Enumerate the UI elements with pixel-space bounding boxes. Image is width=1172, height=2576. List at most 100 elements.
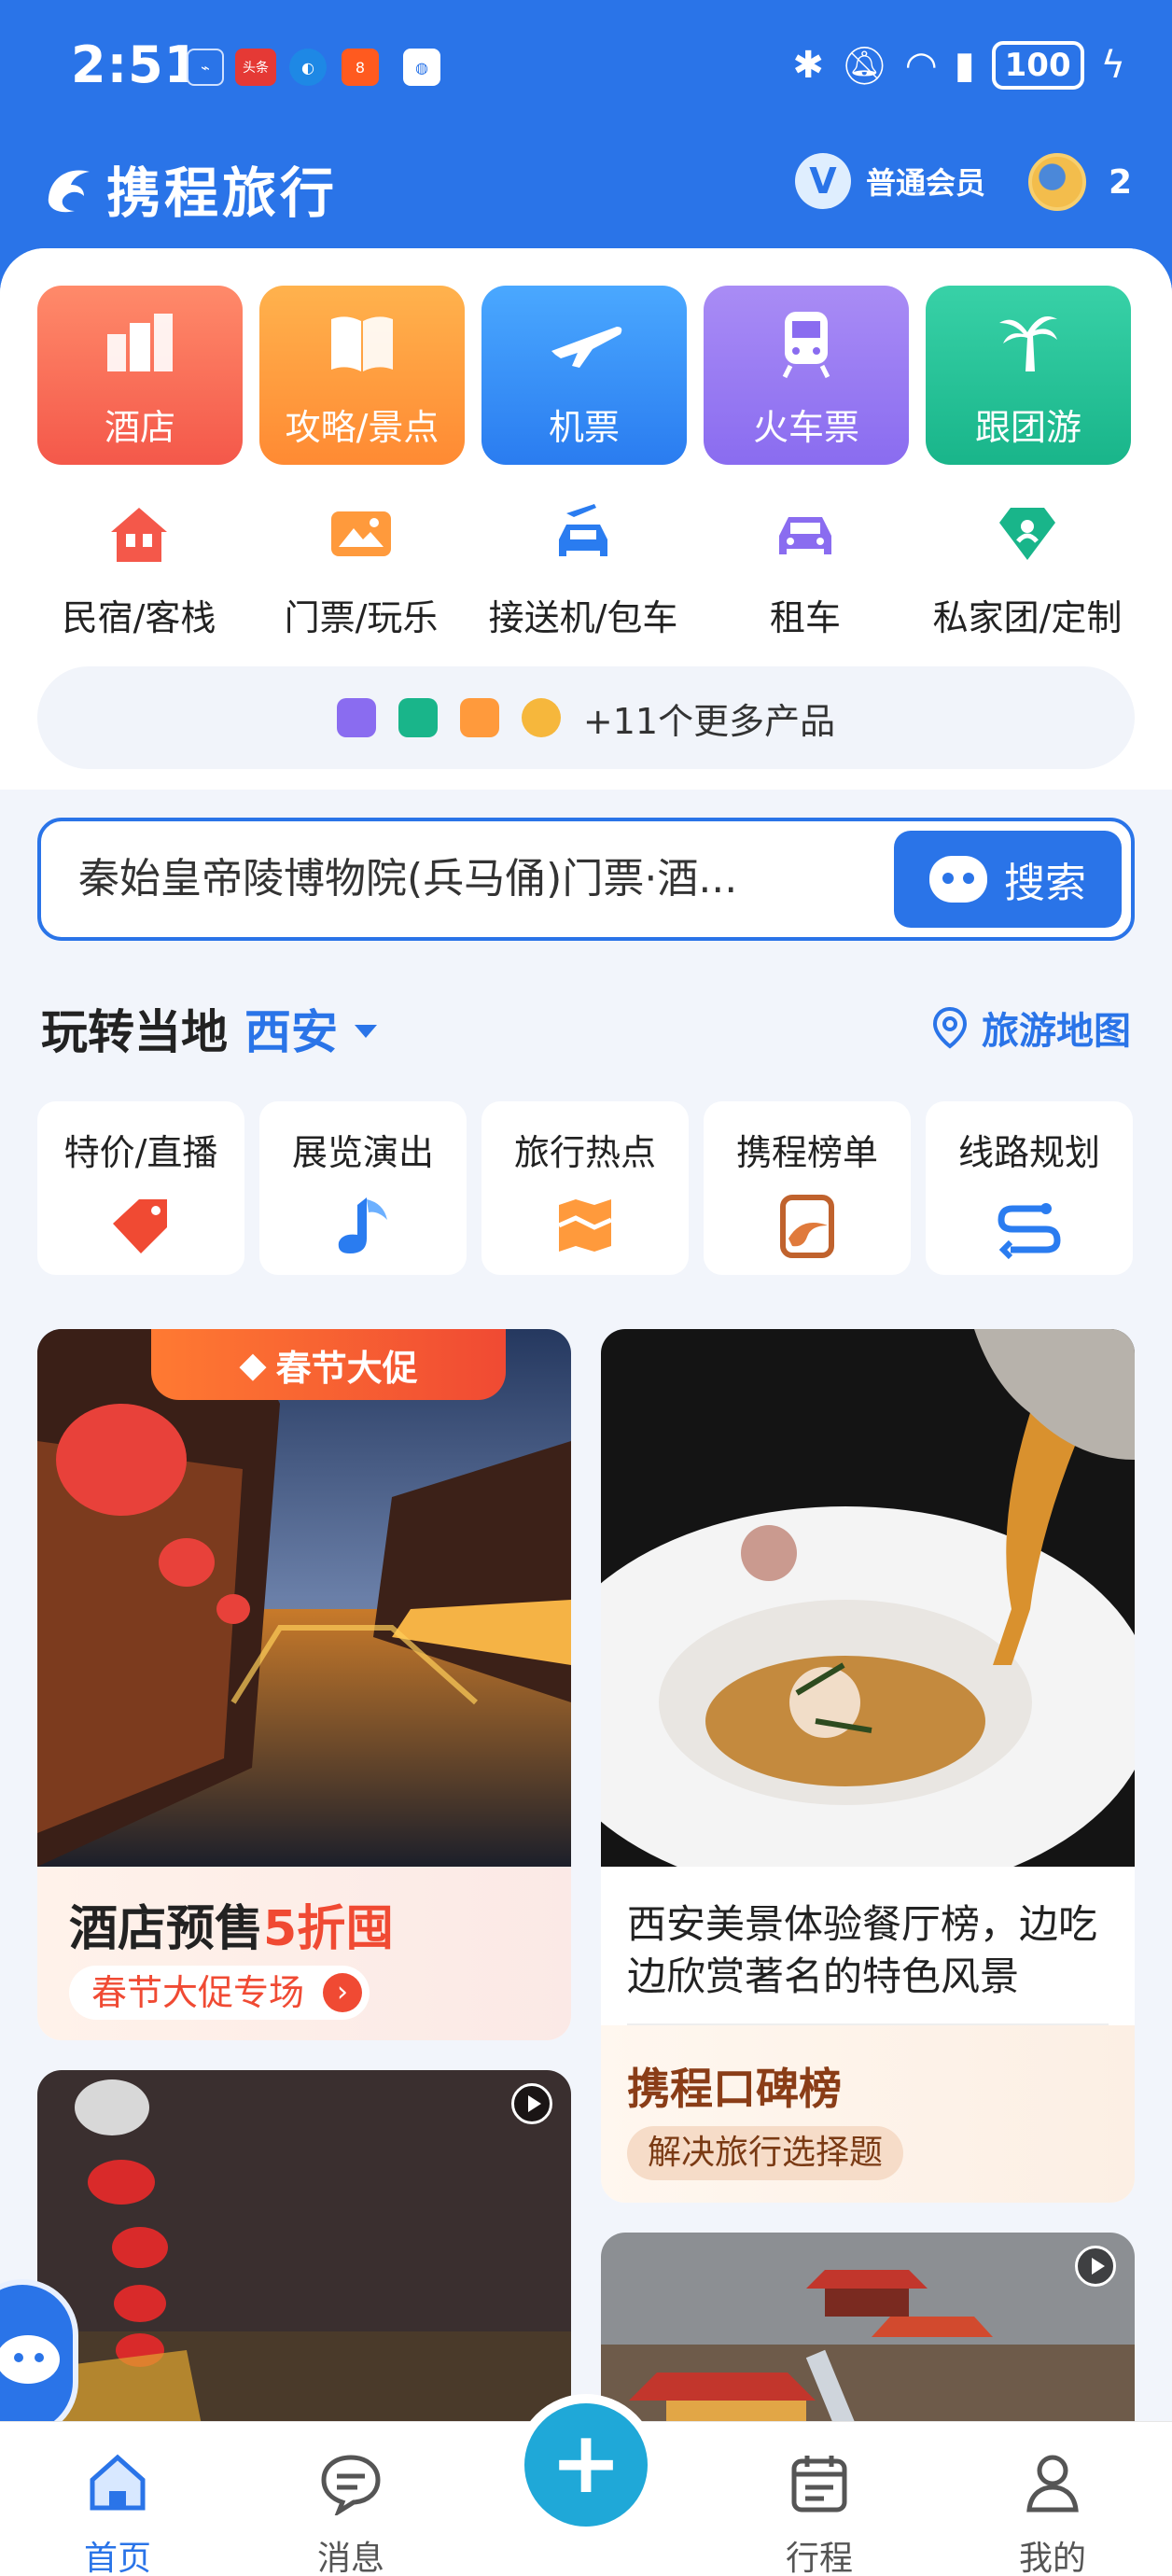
- category-label: 机票: [548, 407, 620, 448]
- ranking-badge-icon: [780, 1195, 834, 1258]
- home-icon: [90, 2454, 146, 2511]
- koubei-ranking-banner[interactable]: 携程口碑榜 解决旅行选择题: [601, 2025, 1135, 2203]
- category-label: 火车票: [752, 407, 859, 448]
- bottom-navigation: 首页 消息 + 行程 我的: [0, 2394, 1172, 2576]
- calendar-icon: [791, 2456, 847, 2513]
- travel-map-link[interactable]: 旅游地图: [928, 1001, 1131, 1055]
- bluetooth-icon: ✱: [792, 44, 824, 87]
- category-car-rental[interactable]: 租车: [694, 500, 916, 640]
- usb-icon: ⌁: [187, 49, 224, 86]
- category-label: 酒店: [104, 407, 175, 448]
- soup-dish-image: [601, 1329, 1135, 1898]
- search-button[interactable]: 搜索: [894, 831, 1122, 928]
- presale-title: 酒店预售5折囤: [69, 1889, 394, 1959]
- floating-assistant-button[interactable]: [0, 2279, 78, 2438]
- category-trains[interactable]: 火车票: [704, 286, 909, 465]
- category-tickets[interactable]: 门票/玩乐: [250, 500, 472, 640]
- local-title: 玩转当地: [41, 1005, 228, 1059]
- charging-icon: ϟ: [1100, 44, 1125, 87]
- nav-messages[interactable]: 消息: [286, 2450, 416, 2576]
- music-note-icon: [338, 1197, 387, 1253]
- tile-deals-live[interactable]: 特价/直播: [37, 1101, 244, 1275]
- city-selector[interactable]: 西安: [244, 995, 338, 1062]
- category-transfers[interactable]: 接送机/包车: [472, 500, 694, 640]
- hotel-icon: [107, 314, 173, 371]
- member-status[interactable]: V 普通会员: [795, 153, 985, 209]
- feed-card-video-lanterns[interactable]: [37, 2070, 571, 2443]
- category-label: 民宿/客栈: [62, 597, 216, 638]
- more-products-label: +11个更多产品: [582, 700, 836, 742]
- route-icon: [998, 1203, 1061, 1260]
- tile-label: 展览演出: [291, 1132, 434, 1173]
- category-label: 跟团游: [974, 407, 1081, 448]
- nav-trips[interactable]: 行程: [754, 2450, 885, 2576]
- palm-tree-icon: [999, 316, 1057, 371]
- tile-label: 线路规划: [957, 1132, 1100, 1173]
- map-pin-icon: [932, 1006, 968, 1049]
- local-section-title: 玩转当地 西安: [41, 995, 377, 1062]
- tile-label: 携程榜单: [735, 1132, 878, 1173]
- category-homestay[interactable]: 民宿/客栈: [28, 500, 250, 640]
- app-icon: ◍: [403, 49, 440, 86]
- ctrip-logo[interactable]: 携程旅行: [41, 149, 338, 228]
- restaurant-card-title: 西安美景体验餐厅榜，边吃边欣赏著名的特色风景: [627, 1901, 1098, 1999]
- more-products-button[interactable]: +11个更多产品: [37, 666, 1135, 769]
- status-indicators: ✱ 🔕︎ ◠ ▮ 100 ϟ: [792, 41, 1125, 90]
- battery-icon: 100: [991, 41, 1084, 90]
- nav-trips-label: 行程: [785, 2540, 853, 2576]
- add-button[interactable]: +: [515, 2394, 657, 2536]
- alert-icon: ▮: [954, 44, 975, 87]
- feed-card-hotel-presale[interactable]: ◆ 春节大促 酒店预售5折囤 春节大促专场 ›: [37, 1329, 571, 2040]
- caret-down-icon[interactable]: [355, 1025, 377, 1038]
- car-icon: [779, 517, 831, 554]
- price-tag-icon: [113, 1199, 167, 1253]
- category-label: 租车: [769, 597, 841, 638]
- tile-ctrip-rankings[interactable]: 携程榜单: [704, 1101, 911, 1275]
- main-content: 酒店 攻略/景点 机票 火车票 跟团游 民宿/客栈 门票/玩乐 接送机/包车 租…: [0, 248, 1172, 2576]
- coin-icon: [1028, 153, 1086, 211]
- bag-icon: [459, 698, 499, 737]
- tile-route-planning[interactable]: 线路规划: [926, 1101, 1133, 1275]
- logo-text: 携程旅行: [106, 161, 339, 225]
- car-plane-icon: [559, 504, 607, 556]
- bus-icon: [336, 698, 376, 737]
- nav-mine[interactable]: 我的: [987, 2450, 1118, 2576]
- flag-map-icon: [557, 1199, 613, 1252]
- category-guides[interactable]: 攻略/景点: [259, 286, 465, 465]
- category-private-tours[interactable]: 私家团/定制: [916, 500, 1138, 640]
- category-hotel[interactable]: 酒店: [37, 286, 243, 465]
- hotel-presale-banner[interactable]: 酒店预售5折囤 春节大促专场 ›: [37, 1867, 571, 2040]
- app-icon: 8: [342, 49, 379, 86]
- feed-card-restaurant-ranking[interactable]: 西安美景体验餐厅榜，边吃边欣赏著名的特色风景 携程口碑榜 解决旅行选择题: [601, 1329, 1135, 2203]
- house-icon: [111, 508, 167, 562]
- video-play-icon: [511, 2083, 552, 2124]
- koubei-title: 携程口碑榜: [627, 2064, 842, 2114]
- ship-icon: [398, 698, 438, 737]
- tag-icon: ◆: [239, 1344, 267, 1385]
- train-icon: [782, 312, 830, 379]
- koubei-subtitle: 解决旅行选择题: [627, 2126, 904, 2180]
- night-canal-image: [37, 1329, 571, 1867]
- search-input[interactable]: 秦始皇帝陵博物院(兵马俑)门票·酒...: [78, 821, 844, 937]
- search-button-label: 搜索: [1004, 860, 1086, 907]
- search-bar[interactable]: 秦始皇帝陵博物院(兵马俑)门票·酒... 搜索: [37, 818, 1135, 941]
- dolphin-icon: [48, 170, 90, 213]
- vip-badge-icon: V: [795, 153, 851, 209]
- tile-label: 旅行热点: [513, 1132, 656, 1173]
- tile-exhibitions[interactable]: 展览演出: [259, 1101, 467, 1275]
- tile-travel-hotspots[interactable]: 旅行热点: [481, 1101, 689, 1275]
- category-label: 接送机/包车: [488, 597, 678, 638]
- category-flights[interactable]: 机票: [481, 286, 687, 465]
- diamond-icon: [999, 508, 1055, 560]
- category-panel: 酒店 攻略/景点 机票 火车票 跟团游 民宿/客栈 门票/玩乐 接送机/包车 租…: [0, 248, 1172, 790]
- promo-tag-label: 春节大促: [275, 1347, 418, 1389]
- coin-balance[interactable]: 2: [1028, 153, 1132, 211]
- nav-home[interactable]: 首页: [52, 2450, 183, 2576]
- presale-pill-button[interactable]: 春节大促专场 ›: [69, 1966, 370, 2020]
- toutiao-label: 头条: [243, 61, 269, 76]
- nav-home-label: 首页: [83, 2540, 151, 2576]
- airplane-icon: [551, 327, 622, 368]
- category-group-tours[interactable]: 跟团游: [926, 286, 1131, 465]
- category-label: 攻略/景点: [285, 407, 440, 448]
- tile-label: 特价/直播: [63, 1132, 218, 1173]
